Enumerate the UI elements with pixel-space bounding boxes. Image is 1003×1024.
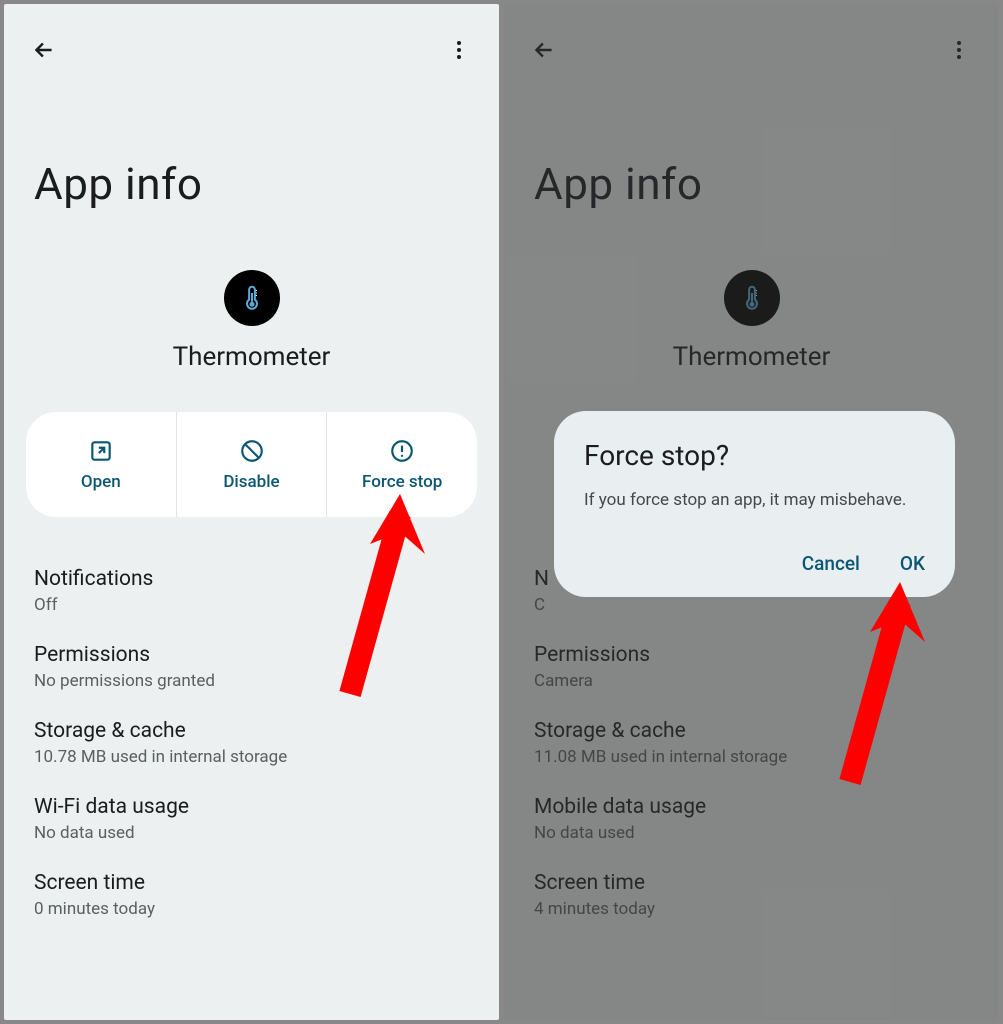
setting-subtitle: 10.78 MB used in internal storage [34, 747, 469, 767]
force-stop-button[interactable]: Force stop [326, 412, 477, 517]
dialog-title: Force stop? [584, 439, 925, 472]
setting-title: Screen time [34, 871, 469, 895]
top-bar [4, 4, 499, 78]
arrow-left-icon [31, 37, 57, 63]
setting-subtitle: No data used [34, 823, 469, 843]
setting-subtitle: Off [34, 595, 469, 615]
app-icon [224, 270, 280, 326]
open-label: Open [81, 472, 121, 492]
setting-subtitle: No permissions granted [34, 671, 469, 691]
disable-label: Disable [223, 472, 279, 492]
screenshot-right: App info Thermometer NC PermissionsCamer… [504, 4, 999, 1020]
setting-subtitle: 0 minutes today [34, 899, 469, 919]
setting-storage[interactable]: Storage & cache 10.78 MB used in internal… [34, 705, 469, 781]
cancel-button[interactable]: Cancel [802, 552, 860, 575]
dialog-actions: Cancel OK [584, 552, 925, 575]
setting-wifi-data[interactable]: Wi-Fi data usage No data used [34, 781, 469, 857]
setting-title: Storage & cache [34, 719, 469, 743]
force-stop-icon [389, 438, 415, 464]
disable-icon [239, 438, 265, 464]
thermometer-icon [237, 283, 267, 313]
page-title: App info [4, 78, 499, 270]
more-button[interactable] [441, 32, 477, 68]
open-button[interactable]: Open [26, 412, 176, 517]
force-stop-dialog: Force stop? If you force stop an app, it… [554, 411, 955, 597]
setting-title: Permissions [34, 643, 469, 667]
setting-title: Notifications [34, 567, 469, 591]
app-name: Thermometer [173, 342, 331, 372]
app-header: Thermometer [4, 270, 499, 372]
settings-list: Notifications Off Permissions No permissio… [4, 553, 499, 933]
back-button[interactable] [26, 32, 62, 68]
ok-button[interactable]: OK [900, 552, 925, 575]
setting-notifications[interactable]: Notifications Off [34, 553, 469, 629]
setting-screen-time[interactable]: Screen time 0 minutes today [34, 857, 469, 933]
setting-title: Wi-Fi data usage [34, 795, 469, 819]
open-icon [88, 438, 114, 464]
disable-button[interactable]: Disable [176, 412, 327, 517]
action-row: Open Disable Force stop [26, 412, 477, 517]
dialog-body: If you force stop an app, it may misbeha… [584, 490, 925, 510]
screenshot-left: App info Thermometer Open Disable Force … [4, 4, 499, 1020]
setting-permissions[interactable]: Permissions No permissions granted [34, 629, 469, 705]
force-stop-label: Force stop [362, 472, 442, 492]
more-vert-icon [447, 38, 471, 62]
